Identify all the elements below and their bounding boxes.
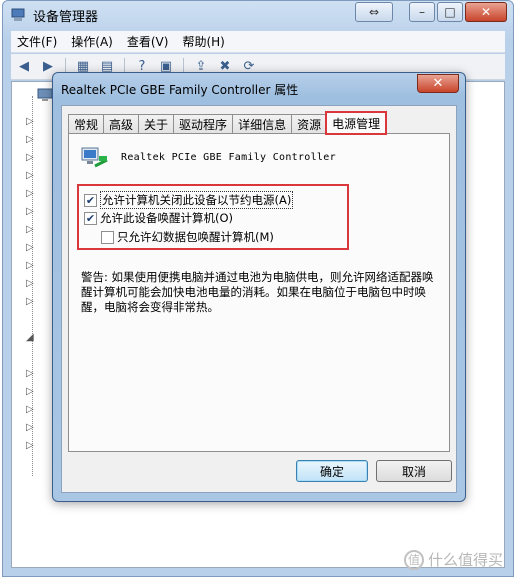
- tree-expander[interactable]: ▷: [26, 278, 34, 289]
- power-management-page: Realtek PCIe GBE Family Controller ✔ 允许计…: [68, 133, 450, 452]
- magic-packet-checkbox[interactable]: [101, 230, 114, 244]
- menu-file[interactable]: 文件(F): [17, 33, 57, 50]
- tab-driver[interactable]: 驱动程序: [173, 114, 234, 134]
- back-arrow-icon[interactable]: ◀: [15, 58, 33, 76]
- menu-view[interactable]: 查看(V): [127, 33, 169, 50]
- ok-button[interactable]: 确定: [296, 460, 368, 482]
- tree-expander[interactable]: ▷: [26, 224, 34, 235]
- allow-power-off-option[interactable]: ✔ 允许计算机关闭此设备以节约电源(A): [84, 191, 294, 209]
- close-button[interactable]: ✕: [465, 2, 507, 22]
- minimize-button[interactable]: –: [409, 2, 435, 22]
- tree-expander[interactable]: ▷: [26, 242, 34, 253]
- tree-expander[interactable]: ◢: [26, 332, 34, 343]
- tree-expander[interactable]: ▷: [26, 404, 34, 415]
- tree-expander[interactable]: ▷: [26, 386, 34, 397]
- tree-expander[interactable]: ▷: [26, 170, 34, 181]
- tab-power-management[interactable]: 电源管理: [325, 111, 388, 135]
- tree-expander[interactable]: ▷: [26, 440, 34, 451]
- cancel-button[interactable]: 取消: [376, 460, 452, 482]
- tab-strip: 常规 高级 关于 驱动程序 详细信息 资源 电源管理: [68, 111, 388, 135]
- dialog-body: 常规 高级 关于 驱动程序 详细信息 资源 电源管理 Realtek PCIe …: [61, 105, 457, 493]
- main-window-title: 设备管理器: [33, 9, 99, 25]
- allow-wake-label: 允许此设备唤醒计算机(O): [100, 211, 234, 225]
- tab-general[interactable]: 常规: [68, 114, 105, 134]
- watermark: 值 什么值得买: [403, 549, 503, 570]
- magic-packet-option[interactable]: 只允许幻数据包唤醒计算机(M): [101, 229, 274, 245]
- network-adapter-icon: [81, 147, 108, 168]
- caption-buttons: ⇔ – □ ✕: [355, 2, 507, 22]
- tree-expander[interactable]: ▷: [26, 134, 34, 145]
- tree-expander[interactable]: ▷: [26, 188, 34, 199]
- properties-dialog: Realtek PCIe GBE Family Controller 属性 ✕ …: [52, 72, 466, 502]
- maximize-button[interactable]: □: [437, 2, 463, 22]
- allow-power-off-checkbox[interactable]: ✔: [84, 193, 97, 207]
- tab-details[interactable]: 详细信息: [232, 114, 293, 134]
- watermark-text: 什么值得买: [427, 551, 503, 569]
- menu-action[interactable]: 操作(A): [71, 33, 113, 50]
- tree-expander[interactable]: ▷: [26, 296, 34, 307]
- allow-wake-checkbox[interactable]: ✔: [84, 211, 97, 225]
- watermark-badge: 值: [403, 549, 424, 570]
- magic-packet-label: 只允许幻数据包唤醒计算机(M): [117, 230, 274, 244]
- dialog-title: Realtek PCIe GBE Family Controller 属性: [61, 83, 299, 97]
- snap-icon[interactable]: ⇔: [355, 2, 393, 22]
- tree-expander[interactable]: ▷: [26, 368, 34, 379]
- allow-wake-option[interactable]: ✔ 允许此设备唤醒计算机(O): [84, 210, 233, 226]
- menu-bar: 文件(F) 操作(A) 查看(V) 帮助(H): [11, 31, 505, 53]
- tab-about[interactable]: 关于: [138, 114, 175, 134]
- dialog-close-button[interactable]: ✕: [417, 74, 459, 93]
- tree-expander[interactable]: ▷: [26, 206, 34, 217]
- tree-expander[interactable]: ▷: [26, 422, 34, 433]
- menu-help[interactable]: 帮助(H): [182, 33, 224, 50]
- warning-text: 警告: 如果使用便携电脑并通过电池为电脑供电，则允许网络适配器唤醒计算机可能会加…: [81, 270, 434, 314]
- device-name: Realtek PCIe GBE Family Controller: [121, 152, 336, 163]
- dialog-titlebar[interactable]: Realtek PCIe GBE Family Controller 属性 ✕: [53, 73, 465, 103]
- tree-expander[interactable]: ▷: [26, 152, 34, 163]
- tab-advanced[interactable]: 高级: [103, 114, 140, 134]
- tree-expander[interactable]: ▷: [26, 116, 34, 127]
- tab-resources[interactable]: 资源: [291, 114, 328, 134]
- tree-expander[interactable]: ▷: [26, 260, 34, 271]
- allow-power-off-label: 允许计算机关闭此设备以节约电源(A): [100, 191, 294, 209]
- main-titlebar[interactable]: 设备管理器 ⇔ – □ ✕: [3, 1, 513, 29]
- power-options-highlight: ✔ 允许计算机关闭此设备以节约电源(A) ✔ 允许此设备唤醒计算机(O) 只允许…: [77, 184, 349, 250]
- device-manager-icon: [11, 8, 25, 21]
